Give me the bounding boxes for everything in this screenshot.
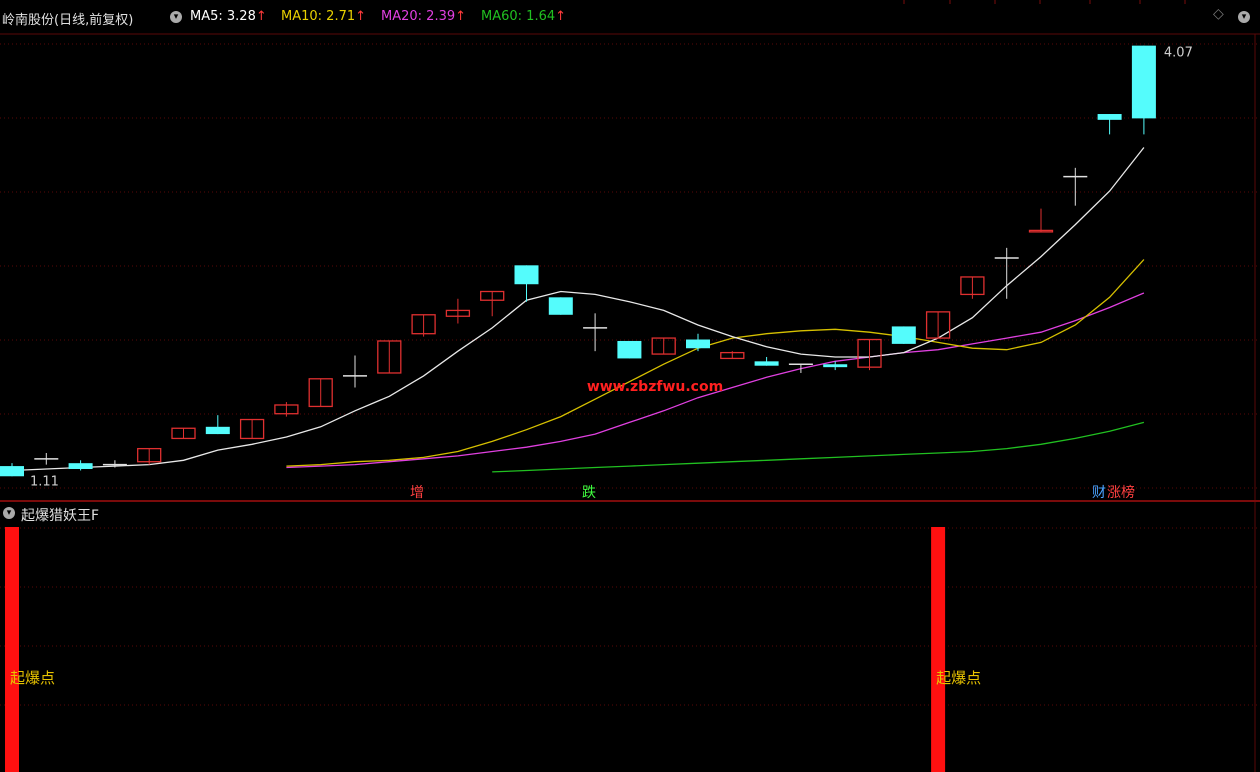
candle-body — [0, 466, 24, 477]
marker-fortune: 财 — [1092, 485, 1106, 500]
marker-gain-list: 涨榜 — [1107, 484, 1135, 500]
ma10-line — [286, 259, 1145, 467]
marker-fall: 跌 — [582, 485, 596, 500]
candle-body — [205, 426, 230, 435]
price-chart[interactable]: 4.07 1.11 www.zbzfwu.com 增 跌 财涨榜 — [0, 0, 1260, 500]
ma60-line — [492, 421, 1145, 473]
marker-increase: 增 — [410, 485, 424, 500]
high-price-label: 4.07 — [1164, 46, 1193, 61]
candle-body — [823, 364, 848, 368]
candle-body — [686, 339, 710, 349]
ma5-line — [11, 147, 1145, 472]
signal-bar — [5, 527, 19, 772]
candle-body — [617, 340, 642, 359]
candle-body — [1131, 45, 1156, 119]
watermark-text: www.zbzfwu.com — [587, 379, 723, 395]
candle-body — [1097, 114, 1122, 120]
low-price-label: 1.11 — [30, 474, 59, 489]
candle-body — [548, 297, 573, 315]
signal-label: 起爆点 — [10, 669, 55, 687]
candle-body — [891, 326, 916, 344]
candle-body — [514, 265, 539, 285]
signal-bar — [931, 527, 946, 772]
candle-body — [754, 361, 779, 366]
signal-label: 起爆点 — [936, 669, 981, 687]
candle-body — [68, 463, 93, 469]
indicator-chart[interactable]: 起爆点 起爆点 — [0, 502, 1260, 772]
